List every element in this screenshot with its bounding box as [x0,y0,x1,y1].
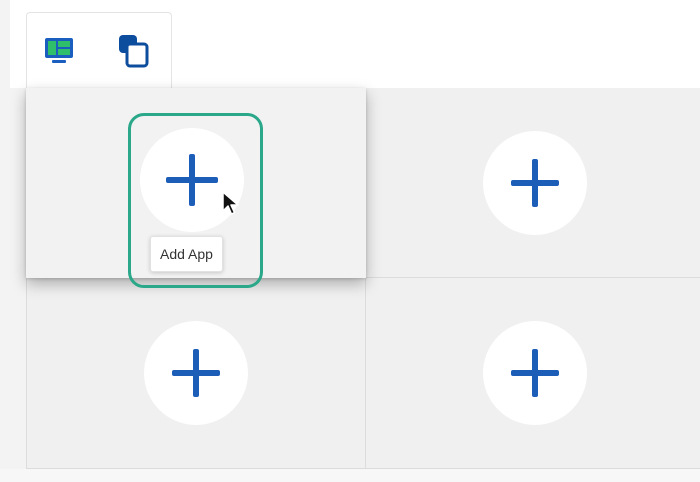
add-app-button[interactable] [144,321,248,425]
windows-button[interactable] [111,31,155,75]
add-app-button[interactable] [483,131,587,235]
plus-icon [170,347,222,399]
grid-cell-4[interactable] [366,278,700,469]
layout-grid-monitor-icon [42,35,76,72]
grid-cell-2[interactable] [366,88,700,278]
cascade-windows-icon [115,32,151,75]
grid-cell-3[interactable] [26,278,366,469]
mouse-pointer-icon [222,191,240,222]
app-grid [26,88,700,469]
add-app-button[interactable] [483,321,587,425]
toolbar-tab [26,12,172,90]
plus-icon [509,157,561,209]
app-frame: Add App [0,0,700,482]
layout-button[interactable] [37,31,81,75]
plus-icon [509,347,561,399]
plus-icon [162,150,222,210]
add-app-tooltip: Add App [150,236,223,272]
bottom-strip [0,469,700,482]
